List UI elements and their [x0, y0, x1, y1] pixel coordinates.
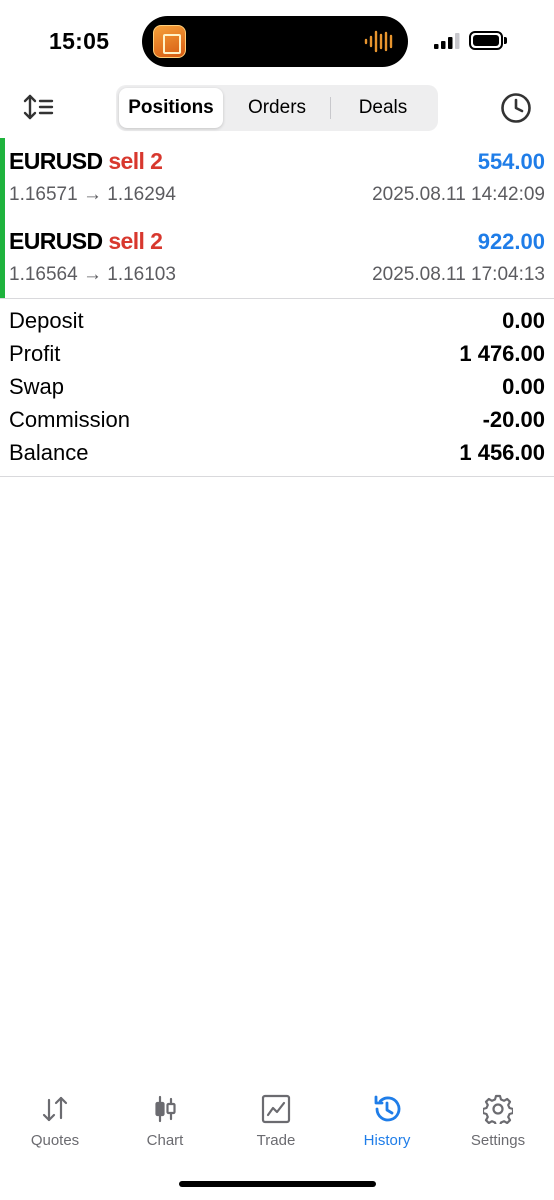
divider — [0, 476, 554, 477]
position-symbol: EURUSD — [9, 148, 103, 174]
summary-row-swap: Swap 0.00 — [0, 372, 554, 405]
dynamic-island[interactable] — [142, 16, 408, 67]
status-time: 15:05 — [49, 28, 110, 54]
tab-quotes[interactable]: Quotes — [0, 1088, 110, 1158]
toolbar: Positions Orders Deals — [0, 82, 554, 134]
arrow-right-icon: → — [82, 184, 102, 205]
history-icon — [374, 1095, 401, 1122]
summary-value: 1 476.00 — [459, 341, 545, 366]
position-title: EURUSD sell 2 — [9, 148, 163, 175]
position-side: sell 2 — [108, 148, 163, 174]
status-bar: 15:05 — [0, 0, 554, 80]
summary-section: Deposit 0.00 Profit 1 476.00 Swap 0.00 C… — [0, 306, 554, 471]
tab-positions[interactable]: Positions — [119, 88, 223, 128]
audio-wave-icon — [364, 30, 393, 53]
battery-icon — [469, 31, 507, 50]
tab-label: Trade — [256, 1132, 296, 1149]
summary-row-commission: Commission -20.00 — [0, 405, 554, 438]
cellular-signal-icon — [434, 33, 460, 49]
position-prices: 1.16564 → 1.16103 — [9, 264, 176, 286]
quotes-icon — [42, 1096, 68, 1122]
price-open: 1.16571 — [9, 184, 78, 205]
tab-settings[interactable]: Settings — [443, 1088, 553, 1158]
price-open: 1.16564 — [9, 264, 78, 285]
tab-chart[interactable]: Chart — [110, 1088, 220, 1158]
summary-label: Deposit — [9, 308, 84, 333]
gear-icon — [483, 1094, 513, 1124]
position-datetime: 2025.08.11 17:04:13 — [372, 264, 545, 285]
position-datetime: 2025.08.11 14:42:09 — [372, 184, 545, 205]
summary-label: Commission — [9, 407, 131, 432]
summary-row-profit: Profit 1 476.00 — [0, 339, 554, 372]
position-symbol: EURUSD — [9, 228, 103, 254]
sort-icon[interactable] — [22, 92, 56, 124]
home-indicator[interactable] — [179, 1181, 376, 1187]
summary-row-balance: Balance 1 456.00 — [0, 438, 554, 471]
segmented-control: Positions Orders Deals — [116, 85, 438, 131]
tab-label: Quotes — [30, 1132, 80, 1149]
positions-list: EURUSD sell 2 554.00 1.16571 → 1.16294 2… — [0, 138, 554, 298]
divider — [0, 298, 554, 299]
summary-label: Swap — [9, 374, 65, 399]
summary-row-deposit: Deposit 0.00 — [0, 306, 554, 339]
tab-orders[interactable]: Orders — [225, 88, 329, 128]
price-close: 1.16103 — [107, 264, 176, 285]
clock-icon[interactable] — [498, 90, 534, 126]
tab-label: Chart — [146, 1132, 184, 1149]
tab-trade[interactable]: Trade — [221, 1088, 331, 1158]
history-screen: 15:05 Positions Orders Deals EURUSD sell… — [0, 0, 554, 1200]
price-close: 1.16294 — [107, 184, 176, 205]
summary-label: Balance — [9, 440, 89, 465]
summary-value: 1 456.00 — [459, 440, 545, 465]
position-title: EURUSD sell 2 — [9, 228, 163, 255]
candlestick-icon — [155, 1095, 176, 1123]
bottom-tab-bar: Quotes Chart Trade History Settings — [0, 1088, 554, 1158]
tab-label: History — [363, 1132, 411, 1149]
tab-history[interactable]: History — [332, 1088, 442, 1158]
position-profit: 922.00 — [477, 229, 545, 254]
summary-value: 0.00 — [502, 308, 545, 333]
position-row[interactable]: EURUSD sell 2 554.00 1.16571 → 1.16294 2… — [0, 138, 554, 218]
tab-deals[interactable]: Deals — [331, 88, 435, 128]
trade-chart-icon — [261, 1094, 291, 1124]
position-row[interactable]: EURUSD sell 2 922.00 1.16564 → 1.16103 2… — [0, 218, 554, 298]
summary-value: 0.00 — [502, 374, 545, 399]
arrow-right-icon: → — [82, 264, 102, 285]
trading-app-icon — [153, 25, 186, 58]
summary-label: Profit — [9, 341, 61, 366]
position-profit: 554.00 — [477, 149, 545, 174]
summary-value: -20.00 — [482, 407, 545, 432]
position-prices: 1.16571 → 1.16294 — [9, 184, 176, 206]
tab-label: Settings — [470, 1132, 526, 1149]
position-side: sell 2 — [108, 228, 163, 254]
